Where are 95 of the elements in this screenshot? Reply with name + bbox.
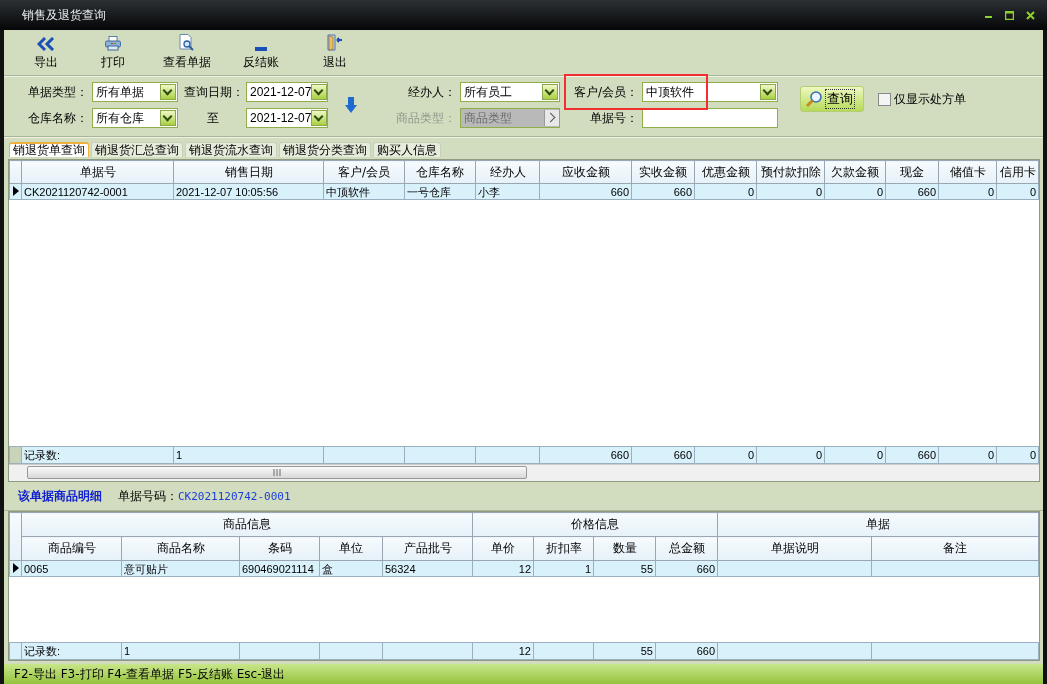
chevron-right-icon [544,110,559,126]
warehouse-dropdown[interactable]: 所有仓库 [92,108,178,128]
column-header: 商品名称 [121,536,240,561]
column-header: 单据说明 [717,536,872,561]
scrollbar-thumb[interactable] [27,466,527,479]
toolbar-button[interactable]: 打印 [76,30,150,75]
table-row[interactable]: 0065 意可贴片 690469021114 盒 56324 12 1 55 660 [9,560,1039,577]
column-header: 产品批号 [382,536,473,561]
field-label: 至 [206,109,220,127]
tab[interactable]: 销退货汇总查询 [91,142,183,157]
total-cell: 660 [631,446,695,464]
tab[interactable]: 购买人信息 [373,142,441,157]
column-header: 实收金额 [631,160,695,184]
table-cell: 1 [584,562,592,575]
column-header: 商品编号 [21,536,122,561]
column-header: 信用卡 [996,160,1039,184]
down-arrow-icon [345,97,357,113]
field-label: 客户/会员： [572,83,639,101]
field-label: 查询日期： [184,83,245,101]
column-header: 储值卡 [938,160,997,184]
minus-icon [255,47,267,51]
field-label: 经办人： [407,83,457,101]
row-pointer-icon [12,562,19,573]
table-cell: 660 [696,562,716,575]
table-cell: 56324 [385,562,416,575]
field-label: 仓库名称： [27,109,89,127]
close-icon[interactable] [1026,10,1035,20]
record-count: 1 [173,446,324,464]
row-indicator-header [9,160,22,184]
table-cell: 690469021114 [242,562,314,575]
total-cell: 0 [938,446,997,464]
date-picker[interactable]: 2021-12-07 [246,108,328,128]
shortcut-hints: F2-导出 F3-打印 F4-查看单据 F5-反结账 Esc-退出 [14,665,286,683]
toolbar-button[interactable]: 退出 [298,30,372,75]
total-cell: 660 [539,446,632,464]
toolbar-button[interactable]: 导出 [16,30,76,75]
double-left-chevron-icon [37,37,55,51]
table-cell: 盒 [322,562,333,575]
table-cell: 12 [518,562,532,575]
window-title: 销售及退货查询 [22,6,106,24]
date-picker[interactable]: 2021-12-07 [246,82,328,102]
total-cell: 0 [996,446,1039,464]
record-count: 1 [121,642,240,660]
column-header: 预付款扣除 [756,160,825,184]
group-header: 商品信息 [21,512,473,537]
field-label: 单据类型： [27,83,89,101]
group-header: 单据 [717,512,1039,537]
table-cell: 0065 [24,562,49,575]
tab[interactable]: 销退货分类查询 [279,142,371,157]
query-button[interactable]: 查询 [800,86,864,112]
search-icon [805,90,823,108]
total-cell: 660 [885,446,939,464]
doc-number: CK2021120742-0001 [178,489,291,503]
total-cell: 0 [824,446,886,464]
total-cell: 660 [696,645,715,657]
column-header: 现金 [885,160,939,184]
column-header: 单据号 [21,160,174,184]
column-header: 应收金额 [539,160,632,184]
tab[interactable]: 销退货单查询 [9,142,89,157]
total-cell: 0 [694,446,757,464]
total-cell: 55 [640,645,653,657]
customer-dropdown[interactable]: 中顶软件 [642,82,778,102]
footer-label: 记录数: [21,642,122,660]
table-cell: 55 [640,562,654,575]
toolbar-button[interactable]: 查看单据 [150,30,224,75]
tab[interactable]: 销退货流水查询 [185,142,277,157]
table-cell: 意可贴片 [124,562,168,575]
field-label: 商品类型： [395,109,457,127]
table-row[interactable]: CK2021120742-0001 2021-12-07 10:05:56 中顶软件 一号仓库 小李 660 660 0 0 0 660 0 0 [9,183,1039,200]
field-label: 单据号码： [118,487,178,505]
printer-icon [105,36,121,51]
handler-dropdown[interactable]: 所有员工 [460,82,560,102]
toolbar-button[interactable]: 反结账 [224,30,298,75]
doc-number-field[interactable] [642,108,778,128]
maximize-icon[interactable] [1005,10,1014,20]
column-header: 优惠金额 [694,160,757,184]
total-cell: 12 [518,645,531,657]
row-indicator-header [9,512,22,561]
door-exit-icon [326,34,344,51]
group-header: 价格信息 [472,512,718,537]
prescription-only-checkbox[interactable]: 仅显示处方单 [870,90,1043,108]
column-header: 客户/会员 [323,160,405,184]
column-header: 欠款金额 [824,160,886,184]
section-title: 该单据商品明细 [18,487,102,505]
row-pointer-icon [12,185,19,196]
field-label: 单据号： [589,109,639,127]
column-header: 销售日期 [173,160,324,184]
column-header: 经办人 [475,160,540,184]
footer-label: 记录数: [21,446,174,464]
column-header: 仓库名称 [404,160,476,184]
grip-icon [272,469,282,476]
doc-type-dropdown[interactable]: 所有单据 [92,82,178,102]
column-header: 备注 [871,536,1039,561]
document-magnifier-icon [179,34,195,51]
total-cell: 0 [756,446,825,464]
